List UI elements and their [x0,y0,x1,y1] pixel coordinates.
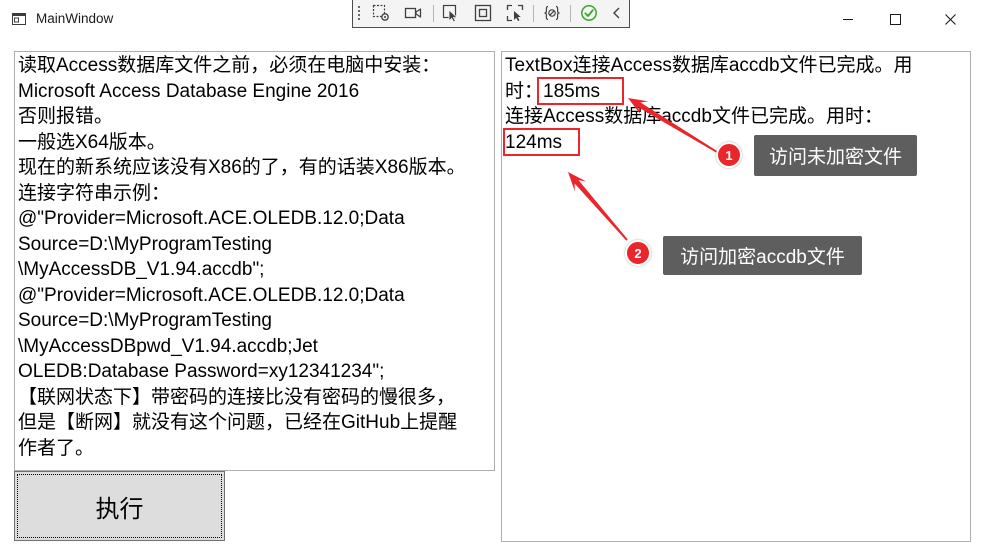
maximize-icon [889,13,901,25]
textbox-line: 但是【断网】就没有这个问题，已经在GitHub上提醒 [18,412,458,433]
check-circle-icon[interactable] [580,4,598,22]
textbox-line: \MyAccessDB_V1.94.accdb"; [18,259,265,280]
textbox-line: Source=D:\MyProgramTesting [18,310,272,331]
textbox-line: 连接字符串示例： [18,182,171,204]
highlight-box-unencrypted-time [537,77,624,105]
textbox-line: Source=D:\MyProgramTesting [18,233,272,255]
textbox-line: 否则报错。 [18,106,114,127]
toolbar-separator [533,5,534,22]
app-window-icon [12,13,26,25]
annotation-number-badge: 2 [625,240,651,266]
callout-unencrypted: 访问未加密文件 [754,135,917,176]
textbox-line: 读取Access数据库文件之前，必须在电脑中安装： [18,55,441,76]
toolbar-separator [433,5,434,22]
instructions-textbox[interactable]: 读取Access数据库文件之前，必须在电脑中安装： Microsoft Acce… [14,51,495,471]
maximize-button[interactable] [872,0,918,38]
textbox-line: @"Provider=Microsoft.ACE.OLEDB.12.0;Data [18,208,405,229]
grip-icon[interactable] [356,4,362,22]
callout-encrypted: 访问加密accdb文件 [663,236,862,275]
chevron-left-icon[interactable] [608,4,626,22]
textbox-line: 作者了。 [18,437,95,459]
textbox-line: \MyAccessDBpwd_V1.94.accdb;Jet [18,335,318,357]
main-window: MainWindow 读取Access数据库文件之前，必须在电脑中安装： Mic… [0,0,984,555]
result-textbox[interactable]: TextBox连接Access数据库accdb文件已完成。用 时：185ms 连… [501,51,971,542]
layout-adorners-icon[interactable] [474,4,492,22]
annotation-number-badge: 1 [716,142,742,168]
close-button[interactable] [927,0,973,38]
textbox-line: @"Provider=Microsoft.ACE.OLEDB.12.0;Data [18,284,405,306]
minimize-button[interactable] [825,0,871,38]
track-focus-icon[interactable] [506,4,524,22]
window-title: MainWindow [36,11,114,26]
pointer-select-icon[interactable] [442,4,460,22]
hot-reload-icon[interactable] [543,4,561,22]
focus-rectangle [17,474,222,538]
textbox-line: Microsoft Access Database Engine 2016 [18,80,360,102]
textbox-line: OLEDB:Database Password=xy12341234"; [18,361,385,382]
debug-toolbar [352,0,630,28]
result-line: TextBox连接Access数据库accdb文件已完成。用 [505,55,913,76]
textbox-line: 【联网状态下】带密码的连接比没有密码的慢很多， [18,386,456,408]
toolbar-separator [570,5,571,22]
close-icon [944,13,956,25]
video-camera-icon[interactable] [404,4,422,22]
minimize-icon [843,19,853,20]
highlight-box-encrypted-time [503,128,580,156]
textbox-line: 现在的新系统应该没有X86的了，有的话装X86版本。 [18,157,466,178]
textbox-line: 一般选X64版本。 [18,131,166,153]
execute-button[interactable]: 执行 [14,471,225,541]
result-line: 连接Access数据库accdb文件已完成。用时： [505,106,883,127]
select-element-icon[interactable] [372,4,390,22]
